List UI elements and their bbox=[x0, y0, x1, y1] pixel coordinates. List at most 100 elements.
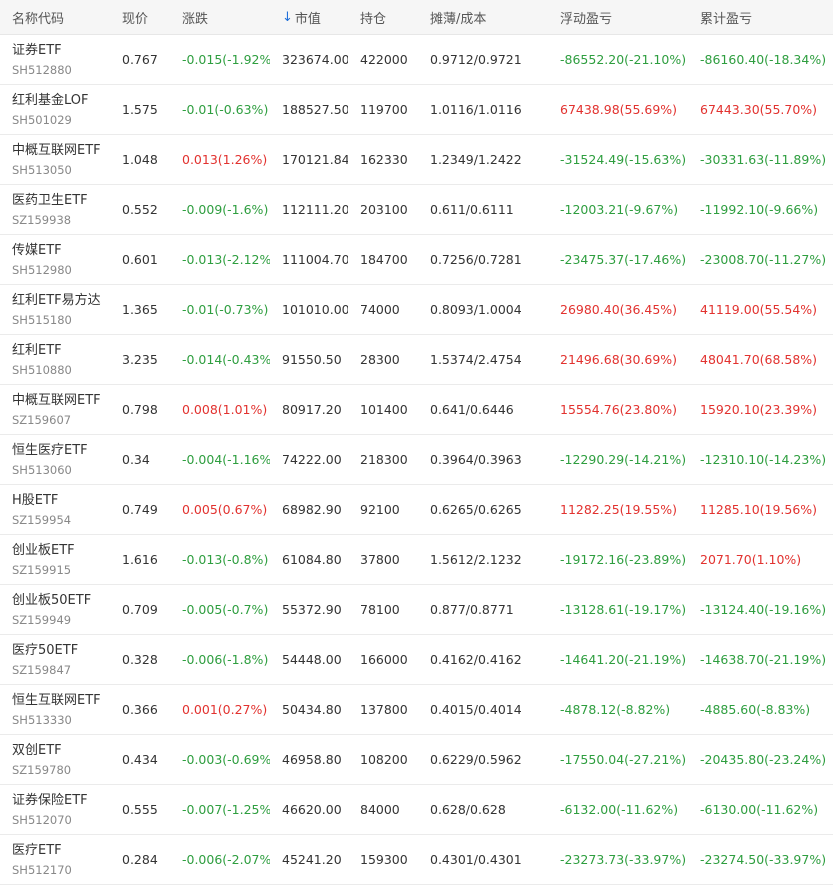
change-cell: 0.005(0.67%) bbox=[182, 502, 268, 517]
change-cell: -0.013(-0.8%) bbox=[182, 552, 269, 567]
market-value-cell: 54448.00 bbox=[282, 652, 342, 667]
change-cell: 0.013(1.26%) bbox=[182, 152, 268, 167]
price-cell: 0.798 bbox=[122, 402, 158, 417]
floating-pl-cell: -12003.21(-9.67%) bbox=[560, 202, 679, 217]
fund-code: SZ159780 bbox=[12, 762, 72, 777]
name-code-cell: 创业板50ETF SZ159949 bbox=[0, 585, 110, 634]
fund-code: SH501029 bbox=[12, 112, 72, 127]
fund-name[interactable]: 恒生互联网ETF bbox=[12, 692, 101, 710]
fund-name[interactable]: 红利ETF易方达 bbox=[12, 292, 101, 310]
market-value-cell: 74222.00 bbox=[282, 452, 342, 467]
table-row[interactable]: 医疗ETF SH512170 0.284 -0.006(-2.07%) 45241.20… bbox=[0, 835, 833, 885]
table-row[interactable]: 红利ETF易方达 SH515180 1.365 -0.01(-0.73%) 101010… bbox=[0, 285, 833, 335]
floating-pl-cell: -86552.20(-21.10%) bbox=[560, 52, 687, 67]
holdings-cell: 28300 bbox=[360, 352, 400, 367]
table-row[interactable]: 中概互联网ETF SH513050 1.048 0.013(1.26%) 170121.… bbox=[0, 135, 833, 185]
market-value-cell: 112111.20 bbox=[282, 202, 348, 217]
table-row[interactable]: 医药卫生ETF SZ159938 0.552 -0.009(-1.6%) 112111.… bbox=[0, 185, 833, 235]
fund-name[interactable]: 双创ETF bbox=[12, 742, 62, 760]
fund-code: SZ159915 bbox=[12, 562, 72, 577]
fund-code: SH515180 bbox=[12, 312, 72, 327]
header-price[interactable]: 现价 bbox=[110, 8, 170, 27]
holdings-cell: 84000 bbox=[360, 802, 400, 817]
market-value-cell: 50434.80 bbox=[282, 702, 342, 717]
price-cell: 0.601 bbox=[122, 252, 158, 267]
header-name-code[interactable]: 名称代码 bbox=[0, 8, 110, 27]
price-cell: 0.34 bbox=[122, 452, 150, 467]
price-cell: 1.048 bbox=[122, 152, 158, 167]
price-cell: 0.366 bbox=[122, 702, 158, 717]
name-code-cell: 创业板ETF SZ159915 bbox=[0, 535, 110, 584]
change-cell: -0.01(-0.63%) bbox=[182, 102, 269, 117]
table-row[interactable]: 中概互联网ETF SZ159607 0.798 0.008(1.01%) 80917.2… bbox=[0, 385, 833, 435]
floating-pl-cell: 11282.25(19.55%) bbox=[560, 502, 678, 517]
fund-name[interactable]: 传媒ETF bbox=[12, 242, 62, 260]
cost-cell: 0.628/0.628 bbox=[430, 802, 506, 817]
header-cumulative-pl[interactable]: 累计盈亏 bbox=[688, 8, 833, 27]
fund-name[interactable]: H股ETF bbox=[12, 492, 58, 510]
cost-cell: 0.7256/0.7281 bbox=[430, 252, 522, 267]
price-cell: 0.767 bbox=[122, 52, 158, 67]
change-cell: -0.01(-0.73%) bbox=[182, 302, 269, 317]
cumulative-pl-cell: -13124.40(-19.16%) bbox=[700, 602, 827, 617]
fund-name[interactable]: 创业板ETF bbox=[12, 542, 75, 560]
floating-pl-cell: 26980.40(36.45%) bbox=[560, 302, 678, 317]
price-cell: 0.709 bbox=[122, 602, 158, 617]
table-row[interactable]: 恒生医疗ETF SH513060 0.34 -0.004(-1.16%) 74222.0… bbox=[0, 435, 833, 485]
header-floating-pl[interactable]: 浮动盈亏 bbox=[548, 8, 688, 27]
fund-name[interactable]: 医疗50ETF bbox=[12, 642, 78, 660]
name-code-cell: 双创ETF SZ159780 bbox=[0, 735, 110, 784]
holdings-cell: 78100 bbox=[360, 602, 400, 617]
name-code-cell: 恒生医疗ETF SH513060 bbox=[0, 435, 110, 484]
table-row[interactable]: 红利ETF SH510880 3.235 -0.014(-0.43%) 91550.50… bbox=[0, 335, 833, 385]
fund-name[interactable]: 中概互联网ETF bbox=[12, 392, 101, 410]
fund-name[interactable]: 证券保险ETF bbox=[12, 792, 88, 810]
fund-code: SH512170 bbox=[12, 862, 72, 877]
cost-cell: 0.3964/0.3963 bbox=[430, 452, 522, 467]
cumulative-pl-cell: -86160.40(-18.34%) bbox=[700, 52, 827, 67]
name-code-cell: 证券ETF SH512880 bbox=[0, 35, 110, 84]
price-cell: 1.365 bbox=[122, 302, 158, 317]
table-row[interactable]: 传媒ETF SH512980 0.601 -0.013(-2.12%) 111004.7… bbox=[0, 235, 833, 285]
fund-name[interactable]: 红利ETF bbox=[12, 342, 62, 360]
name-code-cell: 恒生互联网ETF SH513330 bbox=[0, 685, 110, 734]
table-row[interactable]: 双创ETF SZ159780 0.434 -0.003(-0.69%) 46958.80… bbox=[0, 735, 833, 785]
market-value-cell: 68982.90 bbox=[282, 502, 342, 517]
fund-name[interactable]: 红利基金LOF bbox=[12, 92, 89, 110]
header-holdings[interactable]: 持仓 bbox=[348, 8, 418, 27]
floating-pl-cell: -17550.04(-27.21%) bbox=[560, 752, 687, 767]
header-change[interactable]: 涨跌 bbox=[170, 8, 270, 27]
table-row[interactable]: 红利基金LOF SH501029 1.575 -0.01(-0.63%) 188527.… bbox=[0, 85, 833, 135]
fund-code: SH513060 bbox=[12, 462, 72, 477]
table-row[interactable]: 证券保险ETF SH512070 0.555 -0.007(-1.25%) 46620.… bbox=[0, 785, 833, 835]
header-market-value[interactable]: ↓ 市值 bbox=[270, 8, 348, 27]
fund-name[interactable]: 中概互联网ETF bbox=[12, 142, 101, 160]
market-value-cell: 55372.90 bbox=[282, 602, 342, 617]
fund-name[interactable]: 创业板50ETF bbox=[12, 592, 91, 610]
fund-name[interactable]: 恒生医疗ETF bbox=[12, 442, 88, 460]
price-cell: 0.434 bbox=[122, 752, 158, 767]
fund-name[interactable]: 医疗ETF bbox=[12, 842, 62, 860]
header-cost[interactable]: 摊薄/成本 bbox=[418, 8, 548, 27]
price-cell: 1.575 bbox=[122, 102, 158, 117]
table-row[interactable]: 创业板ETF SZ159915 1.616 -0.013(-0.8%) 61084.80… bbox=[0, 535, 833, 585]
name-code-cell: 传媒ETF SH512980 bbox=[0, 235, 110, 284]
market-value-cell: 61084.80 bbox=[282, 552, 342, 567]
table-row[interactable]: H股ETF SZ159954 0.749 0.005(0.67%) 68982.90 92… bbox=[0, 485, 833, 535]
price-cell: 1.616 bbox=[122, 552, 158, 567]
table-row[interactable]: 恒生互联网ETF SH513330 0.366 0.001(0.27%) 50434.8… bbox=[0, 685, 833, 735]
fund-name[interactable]: 证券ETF bbox=[12, 42, 62, 60]
floating-pl-cell: -4878.12(-8.82%) bbox=[560, 702, 671, 717]
table-row[interactable]: 医疗50ETF SZ159847 0.328 -0.006(-1.8%) 54448.0… bbox=[0, 635, 833, 685]
cumulative-pl-cell: 2071.70(1.10%) bbox=[700, 552, 802, 567]
cost-cell: 1.2349/1.2422 bbox=[430, 152, 522, 167]
market-value-cell: 46620.00 bbox=[282, 802, 342, 817]
cumulative-pl-cell: 41119.00(55.54%) bbox=[700, 302, 818, 317]
table-row[interactable]: 证券ETF SH512880 0.767 -0.015(-1.92%) 323674.0… bbox=[0, 35, 833, 85]
fund-code: SZ159847 bbox=[12, 662, 72, 677]
fund-name[interactable]: 医药卫生ETF bbox=[12, 192, 88, 210]
floating-pl-cell: 15554.76(23.80%) bbox=[560, 402, 678, 417]
cumulative-pl-cell: 11285.10(19.56%) bbox=[700, 502, 818, 517]
table-row[interactable]: 创业板50ETF SZ159949 0.709 -0.005(-0.7%) 55372.… bbox=[0, 585, 833, 635]
holdings-cell: 159300 bbox=[360, 852, 408, 867]
